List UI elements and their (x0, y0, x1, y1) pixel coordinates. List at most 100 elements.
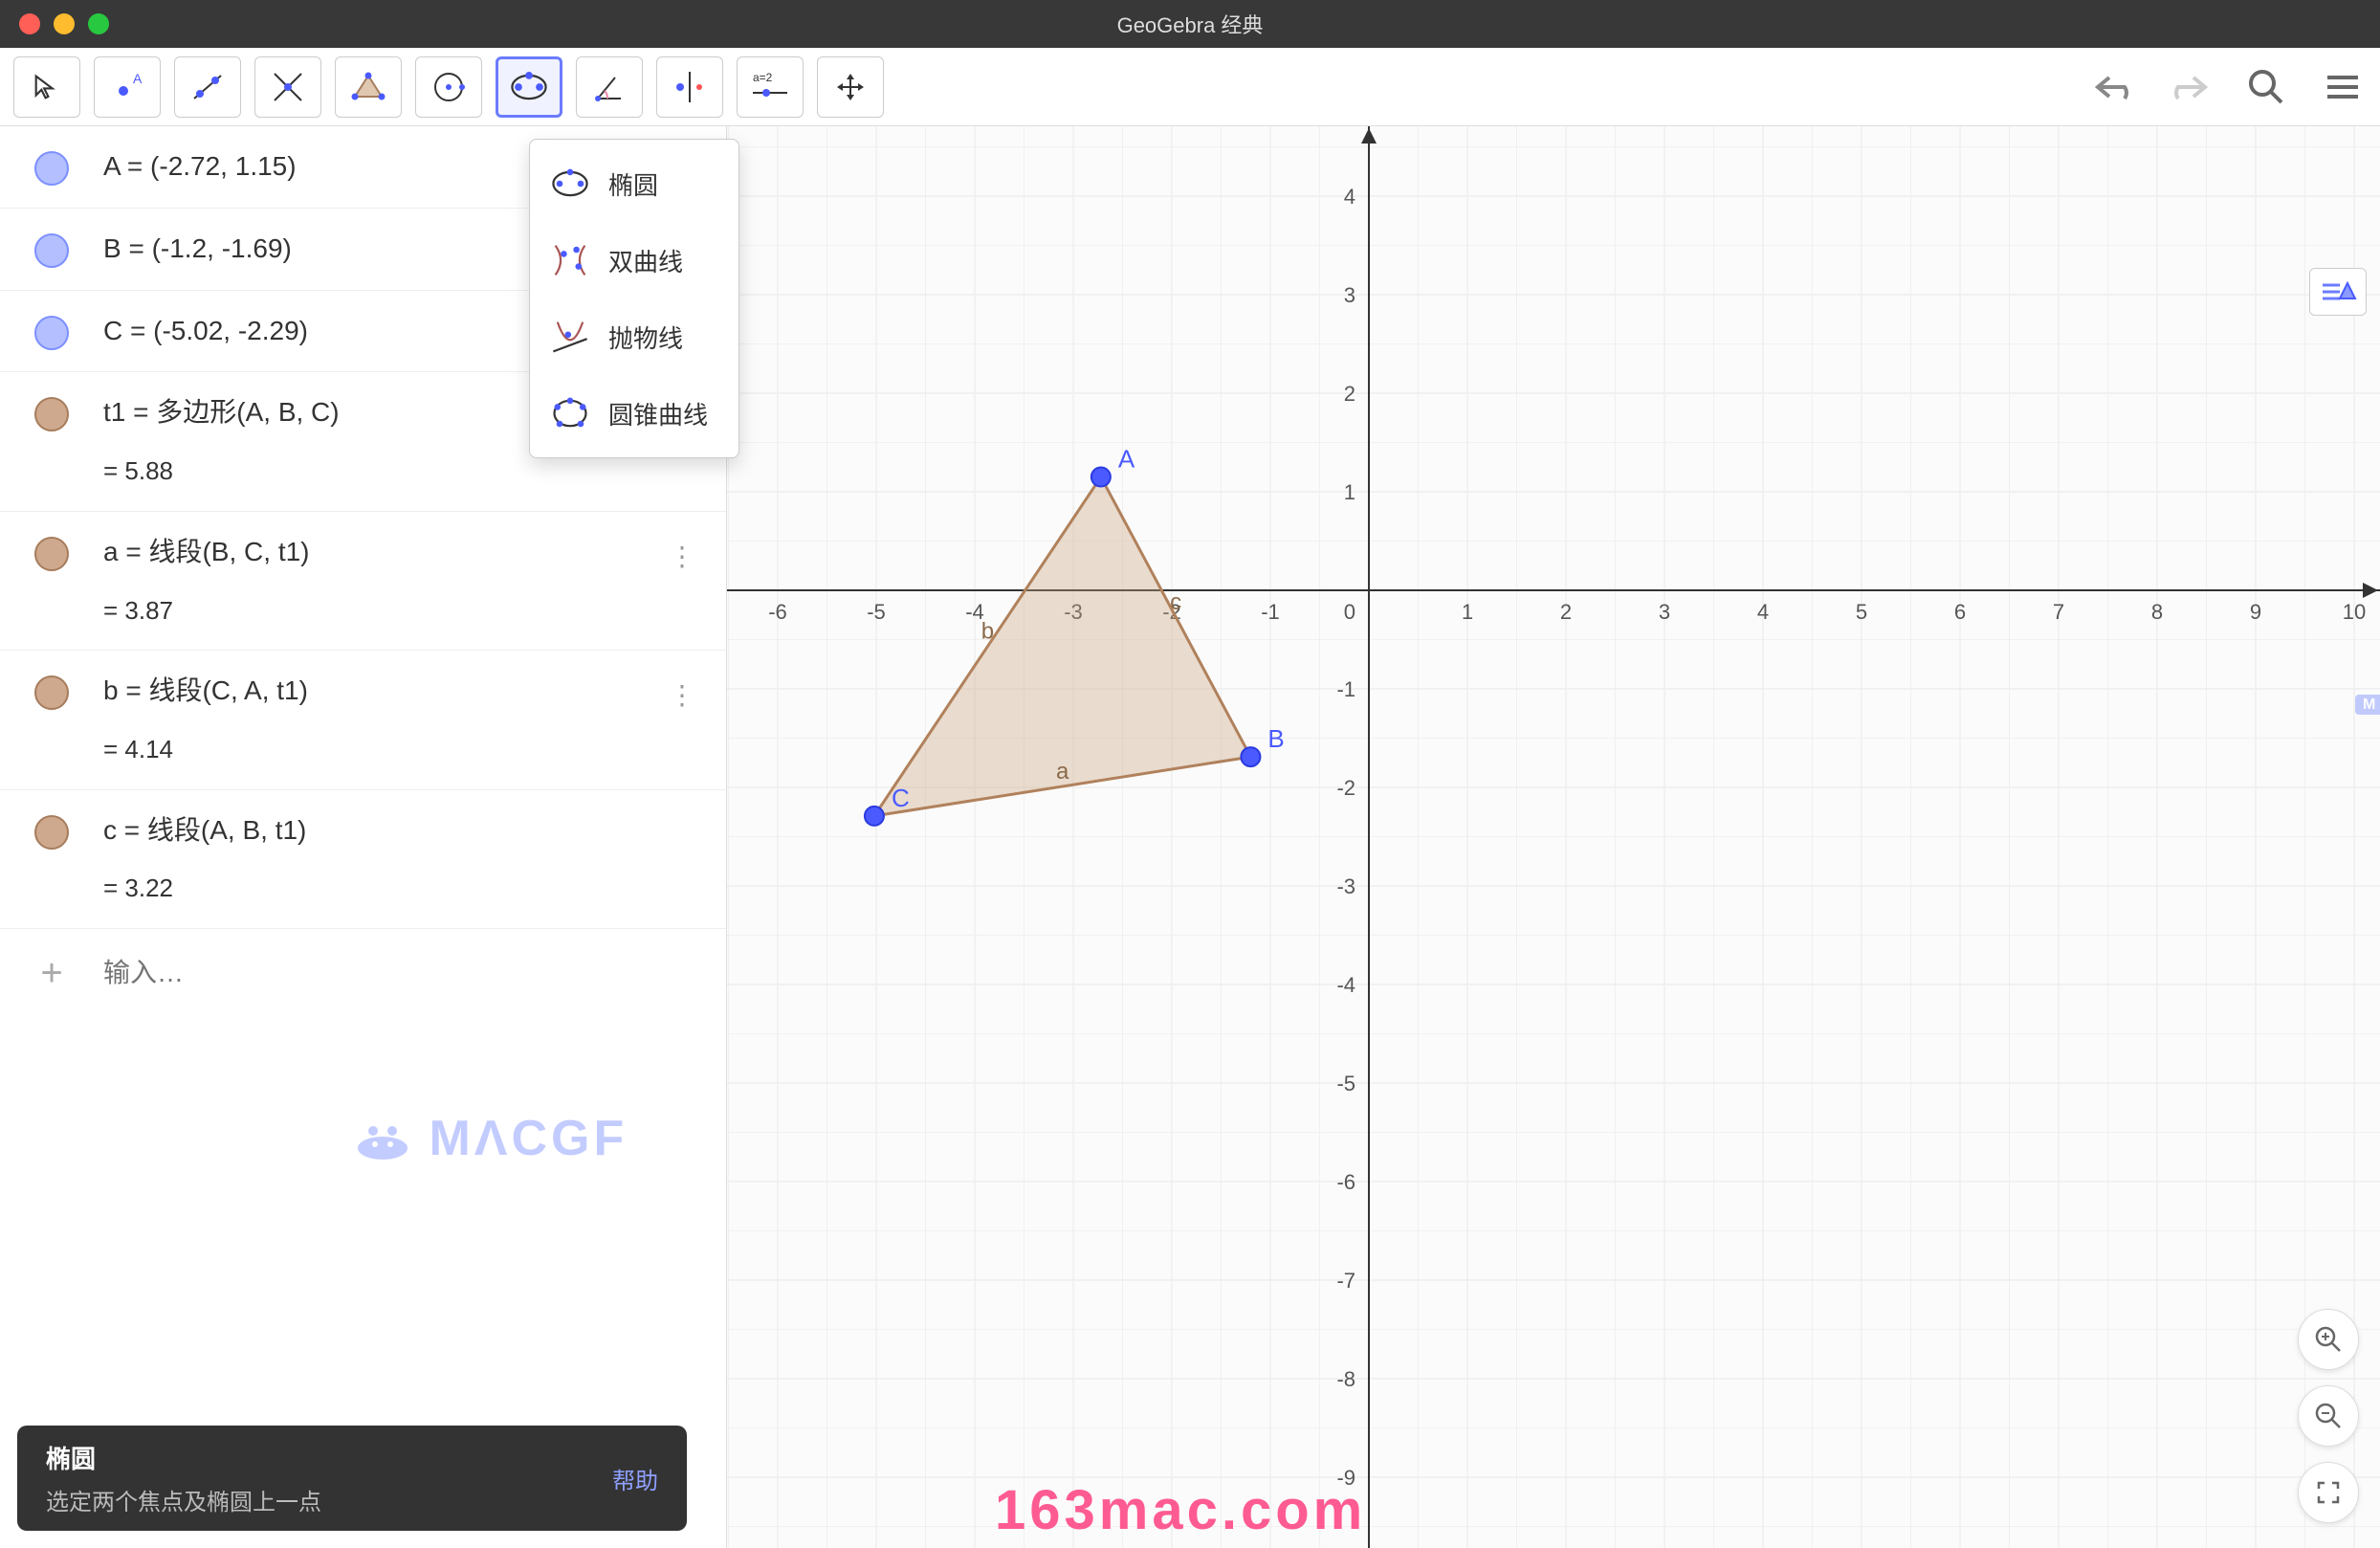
svg-text:3: 3 (1659, 600, 1670, 624)
svg-text:-9: -9 (1336, 1466, 1355, 1490)
svg-text:-2: -2 (1336, 776, 1355, 800)
svg-text:4: 4 (1757, 600, 1769, 624)
svg-text:6: 6 (1954, 600, 1966, 624)
tool-circle[interactable] (415, 56, 482, 118)
svg-text:-7: -7 (1336, 1269, 1355, 1293)
parabola-icon (549, 316, 591, 358)
expression-value: = 4.14 (103, 730, 726, 770)
expression-text: b = 线段(C, A, t1) (103, 670, 726, 713)
svg-text:-8: -8 (1336, 1367, 1355, 1391)
svg-text:-5: -5 (867, 600, 886, 624)
expression-value: = 3.22 (103, 869, 726, 909)
more-options-button[interactable]: ⋮ (669, 679, 697, 711)
tool-conic[interactable] (496, 56, 562, 118)
svg-text:1: 1 (1462, 600, 1473, 624)
style-bar-toggle[interactable] (2309, 268, 2367, 316)
visibility-bullet[interactable] (34, 316, 69, 350)
algebra-input-row: + (0, 929, 726, 1018)
svg-text:8: 8 (2151, 600, 2163, 624)
dropdown-item-hyperbola[interactable]: 双曲线 (530, 222, 738, 299)
watermark-brand: MΛCGF (354, 1110, 628, 1167)
conic5-icon (549, 392, 591, 434)
maximize-window-button[interactable] (88, 13, 109, 34)
tooltip-description: 选定两个焦点及椭圆上一点 (46, 1483, 321, 1516)
tool-point[interactable]: A (94, 56, 161, 118)
svg-text:a=2: a=2 (753, 71, 773, 84)
dropdown-item-ellipse[interactable]: 椭圆 (530, 145, 738, 222)
conic-tool-dropdown: 椭圆 双曲线 抛物线 圆锥曲线 (529, 139, 739, 458)
svg-text:-5: -5 (1336, 1072, 1355, 1095)
svg-text:7: 7 (2053, 600, 2064, 624)
expression-text: a = 线段(B, C, t1) (103, 531, 726, 574)
tool-reflect[interactable] (656, 56, 723, 118)
svg-text:2: 2 (1560, 600, 1572, 624)
toolbar-right (2089, 63, 2367, 111)
add-expression-button[interactable]: + (0, 952, 103, 995)
svg-text:0: 0 (1344, 600, 1355, 624)
tool-move-view[interactable] (817, 56, 884, 118)
toolbar-tools: A a=2 (13, 56, 884, 118)
fullscreen-button[interactable] (2298, 1462, 2359, 1523)
zoom-in-button[interactable] (2298, 1309, 2359, 1370)
algebra-row[interactable]: a = 线段(B, C, t1) = 3.87 ⋮ (0, 512, 726, 651)
tool-slider[interactable]: a=2 (737, 56, 804, 118)
svg-text:a: a (1056, 759, 1069, 785)
undo-button[interactable] (2089, 63, 2137, 111)
tool-tooltip: 椭圆 选定两个焦点及椭圆上一点 帮助 (17, 1426, 687, 1531)
svg-text:10: 10 (2343, 600, 2366, 624)
zoom-out-button[interactable] (2298, 1385, 2359, 1447)
svg-text:4: 4 (1344, 185, 1355, 209)
svg-text:3: 3 (1344, 283, 1355, 307)
dropdown-item-label: 椭圆 (608, 166, 658, 202)
dropdown-item-conic5[interactable]: 圆锥曲线 (530, 375, 738, 452)
redo-button[interactable] (2166, 63, 2214, 111)
tool-move[interactable] (13, 56, 80, 118)
dropdown-item-label: 双曲线 (608, 243, 683, 278)
dropdown-item-parabola[interactable]: 抛物线 (530, 299, 738, 375)
svg-text:9: 9 (2250, 600, 2261, 624)
hyperbola-icon (549, 239, 591, 281)
tool-perpendicular[interactable] (254, 56, 321, 118)
tool-polygon[interactable] (335, 56, 402, 118)
svg-text:-3: -3 (1336, 874, 1355, 898)
dropdown-item-label: 抛物线 (608, 320, 683, 355)
svg-text:A: A (1118, 445, 1135, 474)
svg-text:C: C (892, 784, 910, 812)
tooltip-title: 椭圆 (46, 1440, 321, 1475)
visibility-bullet[interactable] (34, 815, 69, 850)
more-options-button[interactable]: ⋮ (669, 541, 697, 572)
point-C (865, 807, 884, 826)
svg-text:c: c (1170, 589, 1181, 615)
traffic-lights (19, 13, 109, 34)
svg-text:-6: -6 (1336, 1170, 1355, 1194)
visibility-bullet[interactable] (34, 233, 69, 268)
graphics-view[interactable]: -6-5-4-3-2-112345678910-9-8-7-6-5-4-3-2-… (727, 126, 2380, 1548)
svg-text:-1: -1 (1261, 600, 1280, 624)
point-A (1091, 468, 1111, 487)
algebra-input[interactable] (103, 958, 726, 988)
ellipse-icon (549, 163, 591, 205)
visibility-bullet[interactable] (34, 537, 69, 571)
svg-text:b: b (981, 619, 994, 645)
close-window-button[interactable] (19, 13, 40, 34)
visibility-bullet[interactable] (34, 675, 69, 710)
visibility-bullet[interactable] (34, 151, 69, 186)
svg-text:-6: -6 (768, 600, 787, 624)
svg-text:-1: -1 (1336, 677, 1355, 701)
menu-button[interactable] (2319, 63, 2367, 111)
expression-value: = 3.87 (103, 591, 726, 631)
svg-text:-4: -4 (1336, 973, 1355, 997)
algebra-row[interactable]: c = 线段(A, B, t1) = 3.22 (0, 790, 726, 929)
tooltip-help-link[interactable]: 帮助 (612, 1462, 658, 1495)
algebra-row[interactable]: b = 线段(C, A, t1) = 4.14 ⋮ (0, 651, 726, 789)
visibility-bullet[interactable] (34, 397, 69, 431)
search-button[interactable] (2242, 63, 2290, 111)
expression-text: c = 线段(A, B, t1) (103, 809, 726, 852)
coordinate-grid: -6-5-4-3-2-112345678910-9-8-7-6-5-4-3-2-… (727, 126, 2380, 1548)
title-bar: GeoGebra 经典 (0, 0, 2380, 48)
graphics-float-buttons (2298, 1309, 2359, 1523)
tool-line[interactable] (174, 56, 241, 118)
tool-angle[interactable] (576, 56, 643, 118)
minimize-window-button[interactable] (54, 13, 75, 34)
svg-text:B: B (1267, 724, 1284, 753)
